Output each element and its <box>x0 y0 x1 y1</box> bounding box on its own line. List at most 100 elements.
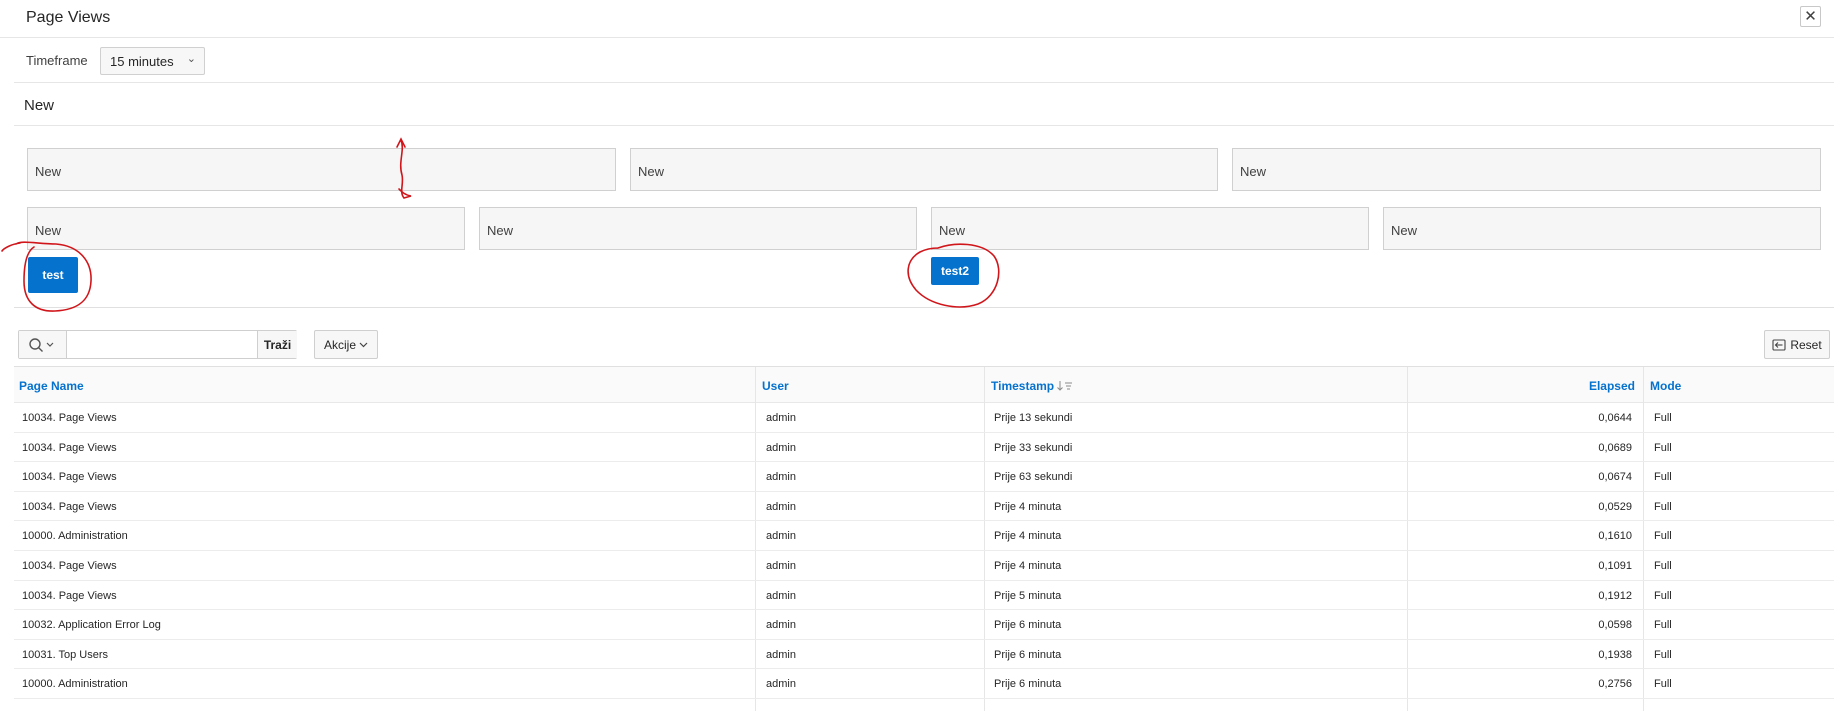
cell-user: admin <box>766 412 796 424</box>
timeframe-label: Timeframe <box>26 53 88 68</box>
cell-timestamp: Prije 4 minuta <box>994 560 1062 572</box>
cell-page-name: 10034. Page Views <box>22 500 117 513</box>
timeframe-row: Timeframe 15 minutes ⌄ <box>14 38 1834 83</box>
column-header-user[interactable]: User <box>762 367 789 403</box>
cell-mode: Full <box>1654 589 1672 602</box>
cell-user: admin <box>766 560 796 572</box>
cell-timestamp: Prije 4 minuta <box>994 500 1062 513</box>
test2-button[interactable]: test2 <box>931 257 979 285</box>
cell-timestamp: Prije 6 minuta <box>994 678 1062 691</box>
table-row: 10031. Top Users admin Prije 6 minuta 0,193… <box>14 640 1834 670</box>
cell-mode: Full <box>1654 530 1672 543</box>
cell-timestamp: Prije 6 minuta <box>994 648 1062 661</box>
cell-mode: Full <box>1654 560 1672 572</box>
report-grid: Page Name User Timestamp Elapsed Mode 10… <box>14 366 1834 711</box>
cell-timestamp: Prije 13 sekundi <box>994 412 1073 424</box>
region-header: New <box>14 83 1834 126</box>
table-row: 10000. Administration admin Prije 4 minuta… <box>14 521 1834 551</box>
cell-mode: Full <box>1654 471 1672 484</box>
column-header-timestamp-label: Timestamp <box>991 379 1055 393</box>
cell-page-name: 10034. Page Views <box>22 560 117 572</box>
text-field[interactable]: New <box>27 207 465 250</box>
cell-elapsed: 0,0674 <box>1598 471 1632 484</box>
text-field[interactable]: New <box>1383 207 1821 250</box>
dialog-title: Page Views <box>26 9 111 26</box>
text-field[interactable]: New <box>630 148 1218 191</box>
cell-elapsed: 0,2756 <box>1598 678 1632 691</box>
table-row: 10034. Page Views admin Prije 4 minuta 0,05… <box>14 492 1834 522</box>
cell-page-name: 10032. Application Error Log <box>22 619 161 632</box>
cell-user: admin <box>766 589 796 602</box>
search-input[interactable] <box>67 331 257 358</box>
cell-timestamp: Prije 4 minuta <box>994 530 1062 543</box>
report-toolbar: Traži Akcije Reset <box>14 330 1834 360</box>
cell-page-name: 10034. Page Views <box>22 471 117 484</box>
text-field[interactable]: New <box>27 148 616 191</box>
cell-user: admin <box>766 648 796 661</box>
reset-label: Reset <box>1790 337 1822 352</box>
table-row: 10034. Page Views admin Prije 13 sekundi 0,… <box>14 403 1834 433</box>
cell-user: admin <box>766 619 796 632</box>
cell-elapsed: 0,0598 <box>1598 619 1632 632</box>
cell-elapsed: 0,1938 <box>1598 648 1632 661</box>
cell-elapsed: 0,1610 <box>1598 530 1632 543</box>
cell-user: admin <box>766 530 796 543</box>
search-icon <box>29 338 54 352</box>
column-header-page-name[interactable]: Page Name <box>19 367 84 403</box>
cell-elapsed: 0,1091 <box>1598 560 1632 572</box>
close-icon: ✕ <box>1804 8 1817 25</box>
cell-user: admin <box>766 471 796 484</box>
cell-mode: Full <box>1654 678 1672 691</box>
table-row: 10034. Page Views admin Prije 33 sekundi 0,… <box>14 433 1834 463</box>
cell-mode: Full <box>1654 500 1672 513</box>
reset-button[interactable]: Reset <box>1764 330 1830 359</box>
grid-header: Page Name User Timestamp Elapsed Mode <box>14 367 1834 403</box>
chevron-down-icon: ⌄ <box>186 53 196 65</box>
cell-mode: Full <box>1654 648 1672 661</box>
timeframe-select[interactable]: 15 minutes ⌄ <box>100 47 205 75</box>
cell-page-name: 10031. Top Users <box>22 648 109 661</box>
table-row: 10034. Page Views admin Prije 4 minuta 0,10… <box>14 551 1834 581</box>
table-row: 10034. Page Views admin Prije 5 minuta 0,19… <box>14 581 1834 611</box>
table-row: 10000. Administration admin Prije 6 minuta… <box>14 669 1834 699</box>
actions-label: Akcije <box>323 337 356 352</box>
column-header-mode[interactable]: Mode <box>1650 367 1681 403</box>
cell-page-name: 10000. Administration <box>22 678 128 691</box>
search-bar: Traži <box>18 330 297 359</box>
cell-user: admin <box>766 441 796 454</box>
cell-page-name: 10034. Page Views <box>22 441 117 454</box>
cell-mode: Full <box>1654 412 1672 424</box>
cell-timestamp: Prije 33 sekundi <box>994 441 1073 454</box>
cell-page-name: 10000. Administration <box>22 530 128 543</box>
cell-page-name: 10034. Page Views <box>22 412 117 424</box>
chevron-down-icon <box>359 342 368 347</box>
close-button[interactable]: ✕ <box>1800 6 1821 27</box>
table-row: 10032. Application Error Log admin Prije 6… <box>14 610 1834 640</box>
cell-timestamp: Prije 5 minuta <box>994 589 1062 602</box>
table-row: 10034. Page Views admin Prije 63 sekundi 0,… <box>14 462 1834 492</box>
sort-descending-icon <box>1057 381 1073 391</box>
dialog-titlebar: Page Views ✕ <box>0 0 1834 38</box>
cell-mode: Full <box>1654 619 1672 632</box>
cell-user: admin <box>766 678 796 691</box>
column-header-elapsed[interactable]: Elapsed <box>1404 367 1635 403</box>
text-field[interactable]: New <box>479 207 917 250</box>
region-title: New <box>24 97 55 114</box>
search-button[interactable]: Traži <box>257 331 297 358</box>
cell-timestamp: Prije 6 minuta <box>994 619 1062 632</box>
cell-user: admin <box>766 500 796 513</box>
timeframe-value: 15 minutes <box>110 54 174 69</box>
test-button[interactable]: test <box>28 257 78 293</box>
cell-elapsed: 0,1912 <box>1598 589 1632 602</box>
text-field[interactable]: New <box>931 207 1369 250</box>
cell-elapsed: 0,0644 <box>1598 412 1632 424</box>
cell-mode: Full <box>1654 441 1672 454</box>
cell-elapsed: 0,0689 <box>1598 441 1632 454</box>
cell-page-name: 10034. Page Views <box>22 589 117 602</box>
reset-icon <box>1772 338 1786 351</box>
search-column-button[interactable] <box>19 331 67 358</box>
actions-menu-button[interactable]: Akcije <box>314 330 378 359</box>
text-field[interactable]: New <box>1232 148 1821 191</box>
column-header-timestamp[interactable]: Timestamp <box>991 367 1073 403</box>
cell-elapsed: 0,0529 <box>1598 500 1632 513</box>
